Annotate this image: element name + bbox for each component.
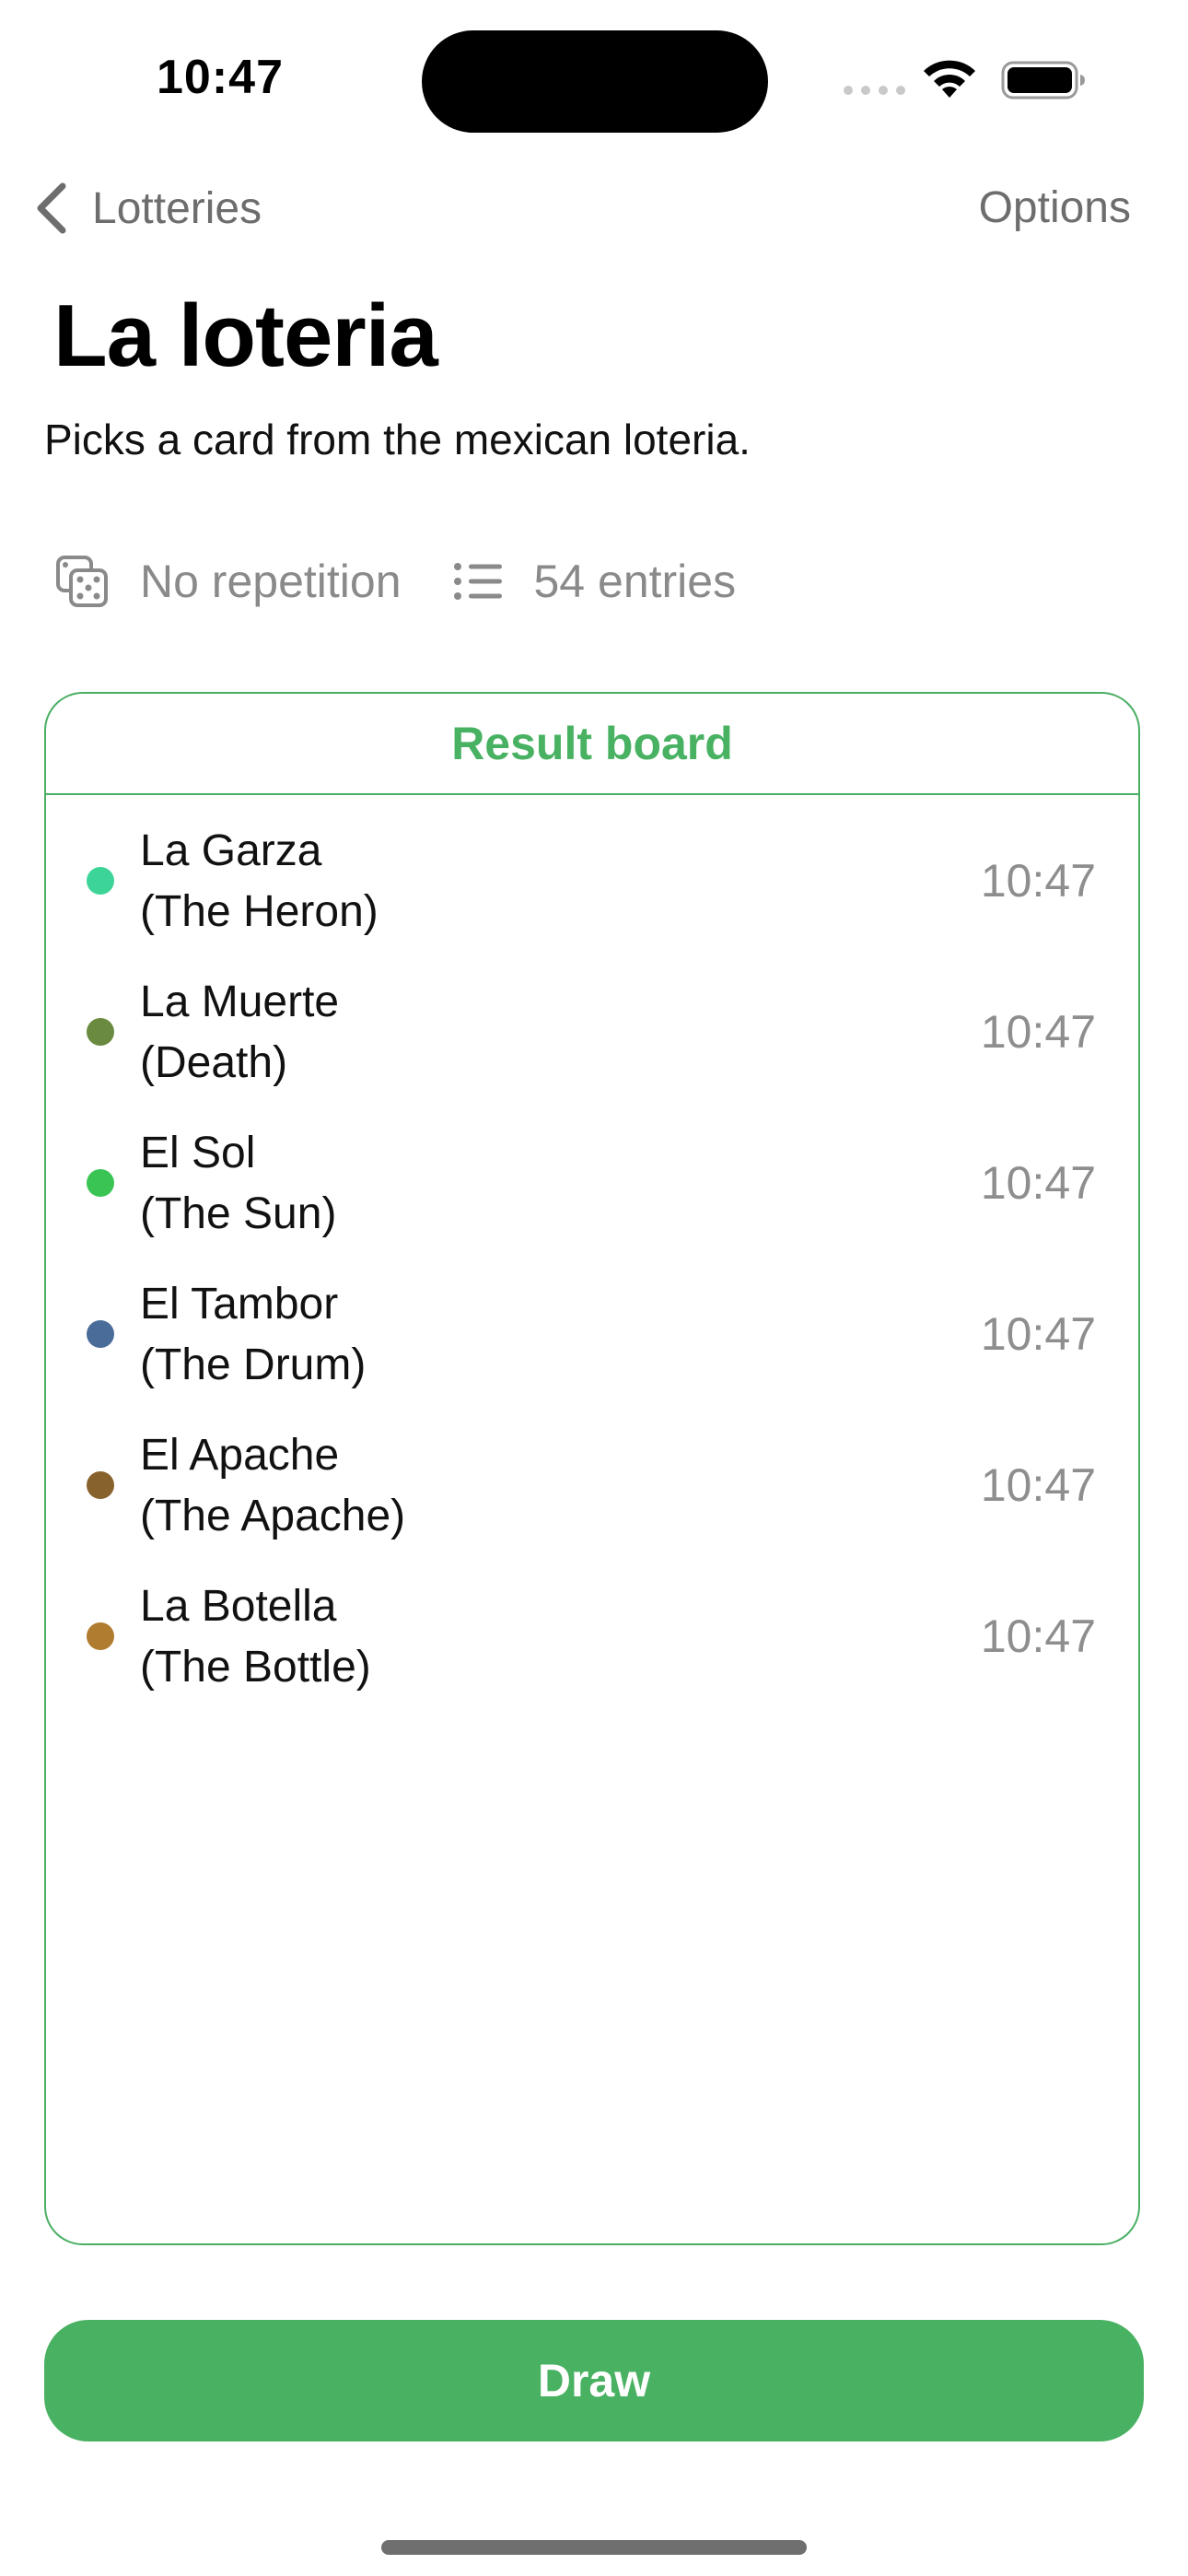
status-icons	[843, 55, 1085, 103]
result-row: El Sol (The Sun) 10:47	[46, 1123, 1138, 1274]
result-name: La Muerte (Death)	[140, 978, 340, 1087]
dynamic-island	[422, 30, 768, 133]
page-title: La loteria	[53, 287, 438, 385]
result-row: La Muerte (Death) 10:47	[46, 972, 1138, 1123]
result-time: 10:47	[980, 1459, 1096, 1511]
list-icon	[453, 563, 502, 600]
result-row: La Garza (The Heron) 10:47	[46, 821, 1138, 972]
back-label: Lotteries	[92, 183, 262, 233]
battery-icon	[1001, 61, 1085, 100]
home-indicator[interactable]	[381, 2540, 807, 2555]
result-name: El Apache (The Apache)	[140, 1431, 406, 1540]
cellular-signal-icon	[844, 86, 905, 95]
result-name: La Botella (The Bottle)	[140, 1582, 371, 1692]
result-row: El Apache (The Apache) 10:47	[46, 1425, 1138, 1576]
result-color-dot	[87, 867, 114, 895]
status-time: 10:47	[157, 51, 284, 104]
chevron-left-icon	[37, 182, 66, 234]
result-board-title: Result board	[46, 694, 1138, 795]
result-list: La Garza (The Heron) 10:47 La Muerte (Deat…	[46, 795, 1138, 1727]
options-button[interactable]: Options	[979, 181, 1131, 236]
result-name: La Garza (The Heron)	[140, 826, 379, 936]
result-time: 10:47	[980, 1157, 1096, 1209]
result-color-dot	[87, 1018, 114, 1046]
result-time: 10:47	[980, 1610, 1096, 1662]
result-color-dot	[87, 1471, 114, 1499]
page-description: Picks a card from the mexican loteria.	[44, 416, 751, 463]
result-color-dot	[87, 1622, 114, 1650]
back-button[interactable]: Lotteries	[33, 181, 262, 236]
draw-button[interactable]: Draw	[44, 2320, 1144, 2441]
wifi-icon	[924, 60, 975, 98]
repetition-info: No repetition	[55, 555, 402, 608]
dice-icon	[56, 556, 108, 607]
result-time: 10:47	[980, 1308, 1096, 1360]
entries-label: 54 entries	[533, 556, 737, 607]
result-color-dot	[87, 1169, 114, 1197]
result-board[interactable]: Result board La Garza (The Heron) 10:47 La…	[44, 692, 1140, 2245]
result-name: El Sol (The Sun)	[140, 1129, 337, 1238]
lottery-meta: No repetition 54 entries	[55, 549, 736, 614]
entries-info: 54 entries	[453, 555, 737, 608]
result-row: La Botella (The Bottle) 10:47	[46, 1576, 1138, 1727]
result-color-dot	[87, 1320, 114, 1348]
result-time: 10:47	[980, 855, 1096, 907]
result-name: El Tambor (The Drum)	[140, 1280, 367, 1389]
repetition-label: No repetition	[140, 556, 402, 607]
result-time: 10:47	[980, 1006, 1096, 1058]
result-row: El Tambor (The Drum) 10:47	[46, 1274, 1138, 1425]
